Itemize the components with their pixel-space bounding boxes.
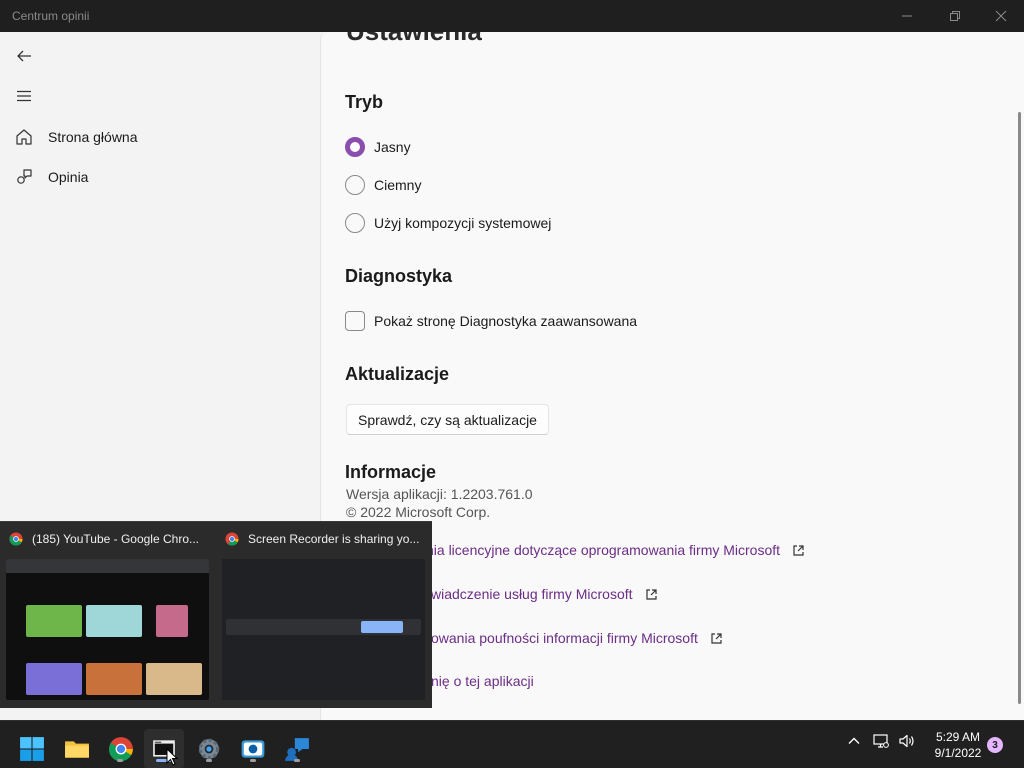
clock[interactable]: 5:29 AM 9/1/2022 (930, 729, 986, 761)
info-heading: Informacje (345, 462, 437, 482)
link-text: owania poufności informacji firmy Micros… (431, 630, 698, 646)
about-app-link[interactable]: nię o tej aplikacji (431, 673, 534, 689)
screen-recorder-thumbnail[interactable] (222, 559, 425, 700)
running-indicator (206, 759, 212, 762)
nav-item-label: Strona główna (48, 129, 138, 145)
speaker-icon (899, 734, 914, 748)
link-text: wiadczenie usług firmy Microsoft (431, 586, 633, 602)
copyright: © 2022 Microsoft Corp. (346, 504, 491, 520)
notification-badge[interactable]: 3 (987, 737, 1003, 753)
window-title: Centrum opinii (12, 9, 90, 23)
screen-recorder-button[interactable] (144, 729, 184, 768)
stop-sharing-button (361, 621, 403, 633)
start-icon (20, 737, 44, 761)
close-icon (995, 10, 1007, 22)
radio-system-theme[interactable]: Użyj kompozycji systemowej (345, 211, 551, 235)
chrome-button[interactable] (101, 729, 141, 768)
advanced-diagnostics-checkbox-row[interactable]: Pokaż stronę Diagnostyka zaawansowana (345, 309, 637, 333)
minimize-icon (902, 15, 912, 17)
feedback-hub-button[interactable] (277, 729, 317, 768)
taskbar: 5:29 AM 9/1/2022 3 (0, 720, 1024, 768)
minimize-button[interactable] (884, 0, 930, 32)
preview-window-recorder[interactable]: Screen Recorder is sharing yo... (225, 532, 419, 546)
running-indicator (294, 759, 300, 762)
radio-dark[interactable]: Ciemny (345, 173, 421, 197)
privacy-statement-link[interactable]: owania poufności informacji firmy Micros… (431, 630, 723, 646)
network-icon (873, 734, 889, 748)
radio-light[interactable]: Jasny (345, 135, 411, 159)
file-explorer-button[interactable] (57, 729, 97, 768)
settings-button[interactable] (189, 729, 229, 768)
video-thumbnail (86, 663, 142, 695)
file-explorer-icon (65, 741, 89, 758)
menu-button[interactable] (8, 80, 40, 112)
taskbar-thumbnail-preview: (185) YouTube - Google Chro... Screen Re… (0, 521, 432, 708)
back-arrow-icon (17, 50, 31, 62)
chrome-icon (9, 532, 23, 546)
external-link-icon (711, 632, 722, 644)
mouse-cursor-icon (166, 748, 178, 766)
radio-button[interactable] (345, 213, 365, 233)
scrollbar[interactable] (1018, 112, 1021, 704)
license-terms-link[interactable]: nia licencyjne dotyczące oprogramowania … (426, 542, 805, 558)
video-thumbnail (86, 605, 142, 637)
running-indicator (250, 759, 256, 762)
diagnostics-heading: Diagnostyka (345, 266, 453, 286)
camera-button[interactable] (233, 729, 273, 768)
youtube-thumbnail[interactable] (6, 559, 209, 700)
clock-time: 5:29 AM (935, 730, 981, 744)
radio-label: Jasny (374, 139, 411, 155)
preview-title: (185) YouTube - Google Chro... (32, 532, 199, 546)
page-title: Ustawienia (346, 32, 482, 47)
preview-title: Screen Recorder is sharing yo... (248, 532, 420, 546)
home-icon (0, 128, 48, 146)
volume-button[interactable] (899, 733, 915, 749)
clock-date: 9/1/2022 (934, 746, 982, 760)
hamburger-icon (17, 90, 31, 102)
app-version: Wersja aplikacji: 1.2203.761.0 (346, 486, 533, 502)
sharing-notification-bar (226, 619, 421, 635)
video-thumbnail (146, 663, 202, 695)
chevron-up-icon (848, 737, 860, 744)
radio-button-selected[interactable] (345, 137, 365, 157)
updates-heading: Aktualizacje (345, 364, 450, 384)
nav-item-home[interactable]: Strona główna (0, 119, 320, 155)
restore-button[interactable] (932, 0, 978, 32)
video-thumbnail (156, 605, 188, 637)
nav-item-label: Opinia (48, 169, 89, 185)
checkbox-label: Pokaż stronę Diagnostyka zaawansowana (374, 313, 638, 329)
start-button[interactable] (12, 729, 52, 768)
chrome-icon (225, 532, 239, 546)
radio-label: Ciemny (374, 177, 422, 193)
nav-item-feedback[interactable]: Opinia (0, 159, 320, 195)
mode-heading: Tryb (345, 92, 384, 112)
link-text: nia licencyjne dotyczące oprogramowania … (426, 542, 781, 558)
external-link-icon (645, 588, 657, 600)
title-bar: Centrum opinii (0, 0, 1024, 32)
close-button[interactable] (978, 0, 1024, 32)
radio-label: Użyj kompozycji systemowej (374, 215, 552, 231)
video-thumbnail (26, 605, 82, 637)
browser-toolbar (6, 559, 209, 573)
feedback-icon (0, 168, 48, 186)
check-updates-button[interactable]: Sprawdź, czy są aktualizacje (346, 404, 549, 435)
show-hidden-icons-button[interactable] (846, 733, 862, 749)
restore-icon (950, 11, 960, 21)
preview-window-youtube[interactable]: (185) YouTube - Google Chro... (9, 532, 199, 546)
video-thumbnail (26, 663, 82, 695)
radio-button[interactable] (345, 175, 365, 195)
checkbox[interactable] (345, 311, 365, 331)
external-link-icon (793, 544, 804, 556)
services-agreement-link[interactable]: wiadczenie usług firmy Microsoft (431, 586, 658, 602)
back-button[interactable] (8, 40, 40, 72)
running-indicator (117, 759, 123, 762)
network-button[interactable] (873, 733, 889, 749)
